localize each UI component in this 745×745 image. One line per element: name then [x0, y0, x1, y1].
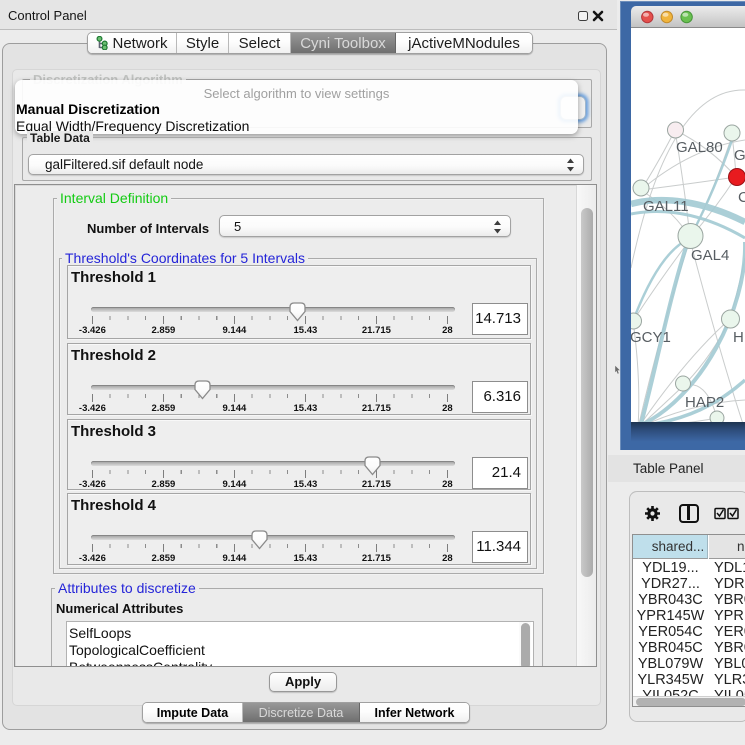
svg-text:C: C — [738, 189, 745, 206]
svg-text:HAP2: HAP2 — [685, 394, 724, 411]
svg-text:GAL80: GAL80 — [676, 139, 723, 156]
svg-text:GAL4: GAL4 — [691, 247, 729, 264]
svg-text:G: G — [734, 147, 745, 164]
svg-text:H: H — [733, 329, 744, 346]
svg-text:GAL11: GAL11 — [643, 198, 689, 215]
svg-text:GCY1: GCY1 — [631, 329, 671, 346]
